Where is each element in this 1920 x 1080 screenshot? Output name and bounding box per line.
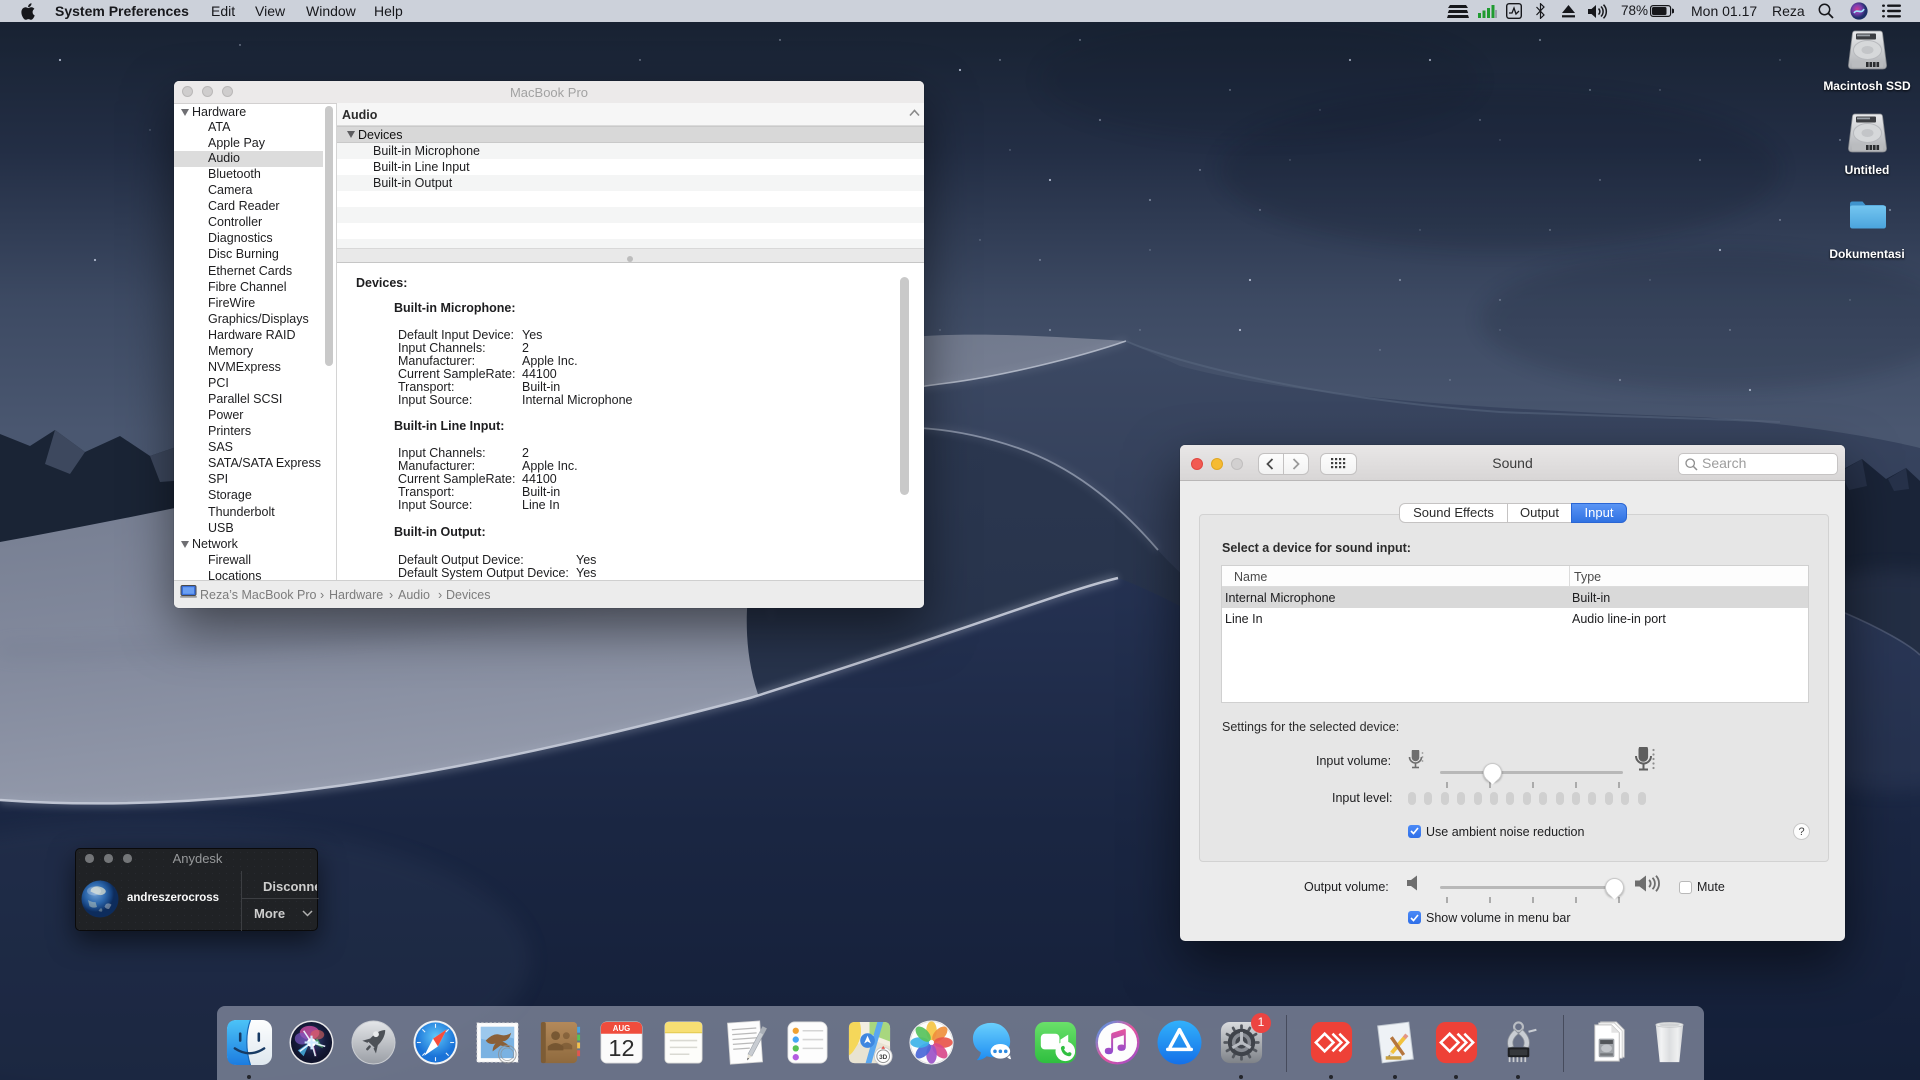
svg-text:12: 12 [608,1035,634,1061]
svg-text:AUG: AUG [612,1024,629,1033]
svg-text:3D: 3D [879,1054,888,1061]
